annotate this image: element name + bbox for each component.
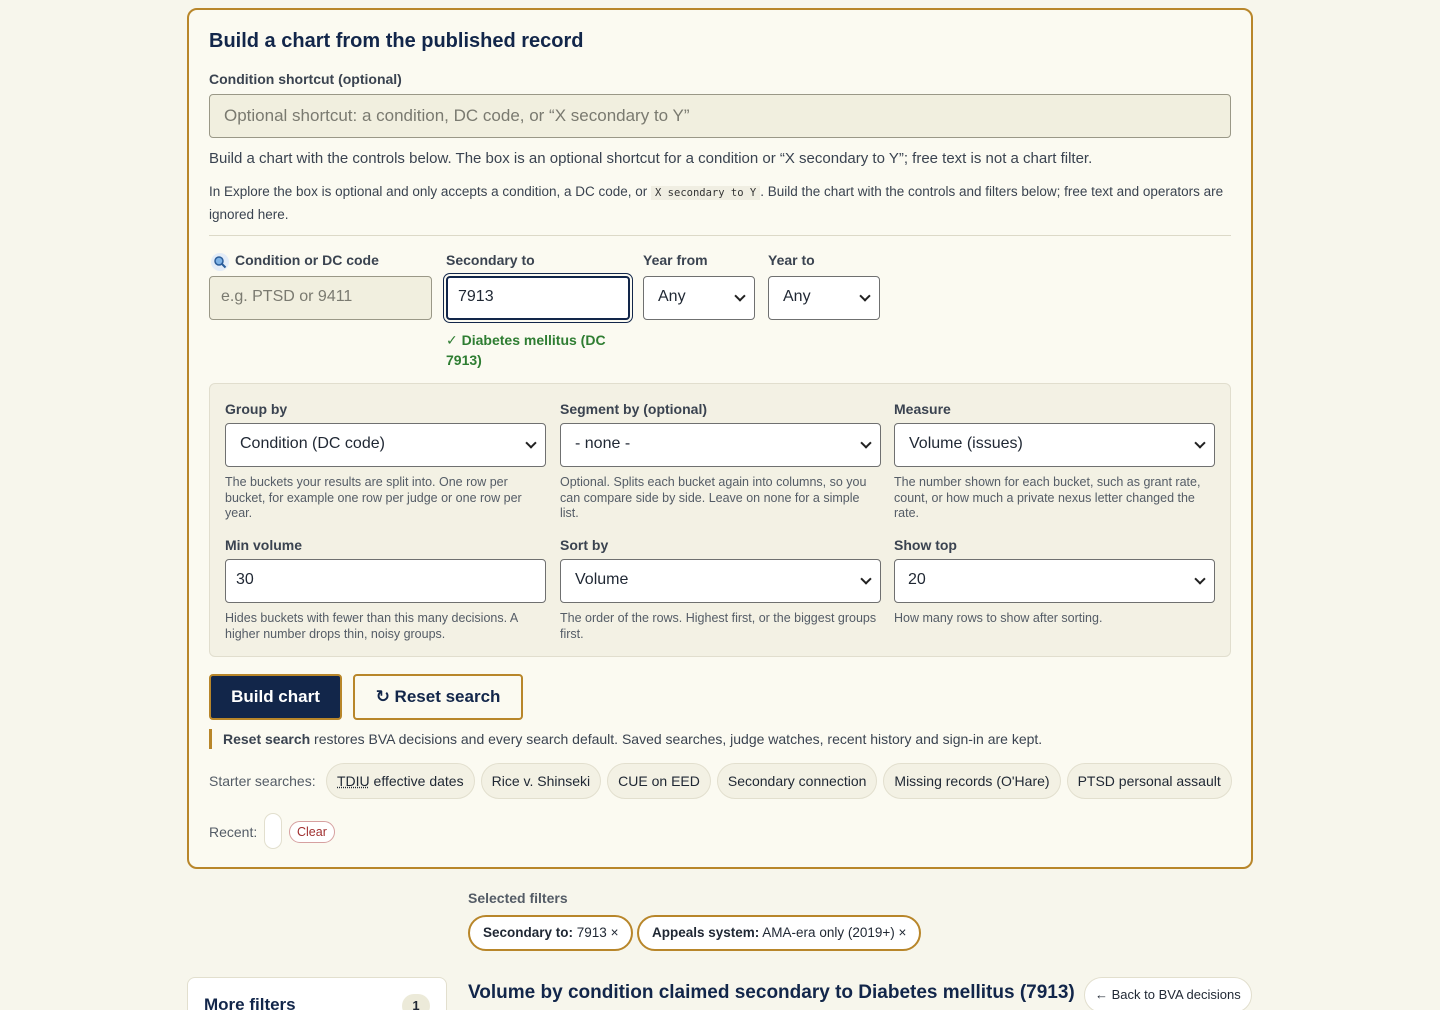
divider xyxy=(209,235,1231,236)
group-by-select[interactable]: Condition (DC code) xyxy=(225,423,546,467)
explore-note-code: X secondary to Y xyxy=(651,186,761,200)
build-chart-button[interactable]: Build chart xyxy=(209,674,342,720)
show-top-label: Show top xyxy=(894,537,957,553)
measure-help: The number shown for each bucket, such a… xyxy=(894,475,1201,520)
show-top-help: How many rows to show after sorting. xyxy=(894,611,1103,625)
segment-by-label: Segment by (optional) xyxy=(560,401,707,417)
sort-by-help: The order of the rows. Highest first, or… xyxy=(560,611,877,641)
condition-input[interactable]: e.g. PTSD or 9411 xyxy=(209,276,432,320)
chevron-down-icon xyxy=(734,290,746,302)
builder-title: Build a chart from the published record xyxy=(209,30,584,52)
chevron-down-icon xyxy=(525,437,537,449)
selected-filters-label: Selected filters xyxy=(468,890,568,906)
secondary-input[interactable]: 7913 xyxy=(446,276,630,320)
year-from-select[interactable]: Any xyxy=(643,276,755,320)
recent-label: Recent: xyxy=(209,824,258,840)
group-by-label: Group by xyxy=(225,401,288,417)
filter-pill-value: 7913 × xyxy=(573,925,619,940)
clear-recent-button[interactable]: Clear xyxy=(289,821,335,843)
starter-chip[interactable]: Rice v. Shinseki xyxy=(480,763,602,799)
reset-note-bold: Reset search xyxy=(223,731,311,747)
check-icon: ✓ xyxy=(446,332,462,348)
more-filters-title: More filters xyxy=(204,995,296,1010)
show-top-select[interactable]: 20 xyxy=(894,559,1215,603)
filter-pill-key: Appeals system: xyxy=(652,925,760,940)
measure-label: Measure xyxy=(894,401,951,417)
secondary-match-text: Diabetes mellitus (DC 7913) xyxy=(446,332,606,368)
starter-chips: TDIU effective dates Rice v. Shinseki CU… xyxy=(326,763,1232,799)
chevron-down-icon xyxy=(860,437,872,449)
shortcut-label: Condition shortcut (optional) xyxy=(209,71,402,87)
starter-chip[interactable]: Missing records (O'Hare) xyxy=(883,763,1061,799)
tdiu-abbr: TDIU xyxy=(337,773,370,789)
reset-note-text: restores BVA decisions and every search … xyxy=(310,731,1043,747)
chevron-down-icon xyxy=(860,573,872,585)
more-filters-panel[interactable]: More filters 1 xyxy=(187,977,447,1010)
starter-chip-tdiu[interactable]: TDIU effective dates xyxy=(326,763,475,799)
segment-by-value: - none - xyxy=(575,435,631,452)
condition-label: Condition or DC code xyxy=(235,252,379,268)
tdiu-text: effective dates xyxy=(369,773,464,789)
starter-chip[interactable]: Secondary connection xyxy=(716,763,878,799)
starter-chip[interactable]: PTSD personal assault xyxy=(1066,763,1232,799)
sort-by-value: Volume xyxy=(575,571,629,588)
filter-pill-key: Secondary to: xyxy=(483,925,574,940)
chart-builder-card: Build a chart from the published record … xyxy=(187,8,1253,869)
min-volume-label: Min volume xyxy=(225,537,303,553)
min-volume-input[interactable]: 30 xyxy=(225,559,546,603)
sort-by-select[interactable]: Volume xyxy=(560,559,881,603)
starter-searches-label: Starter searches: xyxy=(209,773,316,789)
secondary-match: ✓ Diabetes mellitus (DC 7913) xyxy=(446,330,616,370)
more-filters-count-badge: 1 xyxy=(402,994,430,1010)
shortcut-input[interactable]: Optional shortcut: a condition, DC code,… xyxy=(209,94,1231,138)
show-top-value: 20 xyxy=(908,571,926,588)
year-to-select[interactable]: Any xyxy=(768,276,880,320)
segment-by-help: Optional. Splits each bucket again into … xyxy=(560,475,867,520)
explore-note: In Explore the box is optional and only … xyxy=(209,181,1229,225)
min-volume-help: Hides buckets with fewer than this many … xyxy=(225,611,518,641)
starter-chip[interactable]: CUE on EED xyxy=(607,763,711,799)
reset-note: Reset search restores BVA decisions and … xyxy=(209,729,1042,749)
segment-by-select[interactable]: - none - xyxy=(560,423,881,467)
chevron-down-icon xyxy=(1194,573,1206,585)
measure-value: Volume (issues) xyxy=(909,435,1023,452)
result-title: Volume by condition claimed secondary to… xyxy=(468,982,1075,1003)
back-to-bva-button[interactable]: ← Back to BVA decisions xyxy=(1084,977,1252,1010)
group-by-help: The buckets your results are split into.… xyxy=(225,475,522,520)
secondary-label: Secondary to xyxy=(446,252,535,268)
filter-pill-secondary[interactable]: Secondary to: 7913 × xyxy=(468,915,634,951)
measure-select[interactable]: Volume (issues) xyxy=(894,423,1215,467)
chart-options-panel: Group by Condition (DC code) The buckets… xyxy=(209,383,1231,657)
chevron-down-icon xyxy=(859,290,871,302)
filter-pill-value: AMA-era only (2019+) × xyxy=(759,925,907,940)
builder-description: Build a chart with the controls below. T… xyxy=(209,150,1093,167)
chevron-down-icon xyxy=(1194,437,1206,449)
year-to-value: Any xyxy=(783,288,811,305)
reset-search-button[interactable]: ↻ Reset search xyxy=(353,674,523,720)
year-from-label: Year from xyxy=(643,252,708,268)
group-by-value: Condition (DC code) xyxy=(240,435,385,452)
sort-by-label: Sort by xyxy=(560,537,609,553)
filter-pill-appeals-system[interactable]: Appeals system: AMA-era only (2019+) × xyxy=(637,915,922,951)
year-to-label: Year to xyxy=(768,252,815,268)
explore-note-text-1: In Explore the box is optional and only … xyxy=(209,184,648,199)
recent-list xyxy=(264,813,282,849)
year-from-value: Any xyxy=(658,288,686,305)
search-icon xyxy=(211,253,229,271)
